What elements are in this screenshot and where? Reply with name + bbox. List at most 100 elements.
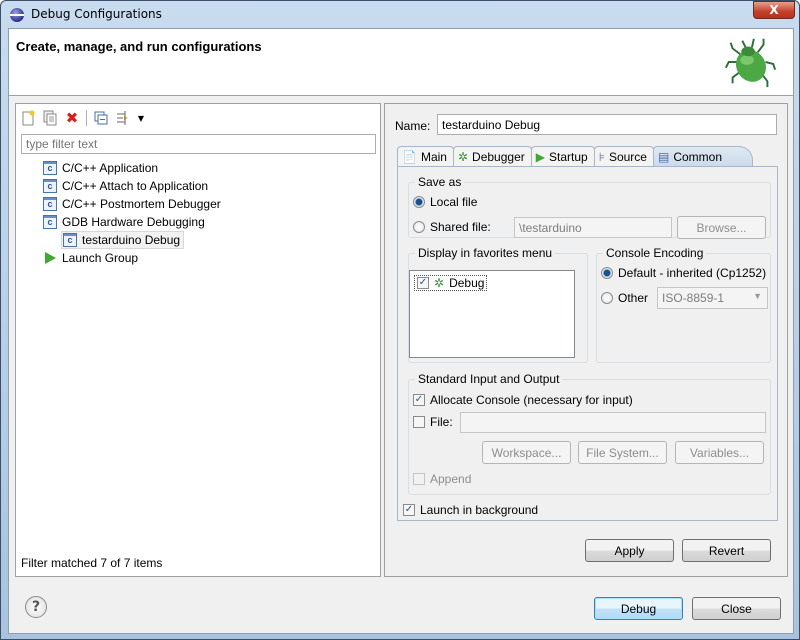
output-file-input[interactable] xyxy=(460,412,766,433)
radio-label: Local file xyxy=(430,195,478,209)
launch-background-checkbox[interactable]: ✓ Launch in background xyxy=(403,503,538,517)
tab-common[interactable]: ▤ Common xyxy=(652,146,753,167)
select-value: ISO-8859-1 xyxy=(662,291,725,305)
tree-item-launch-group[interactable]: Launch Group xyxy=(43,249,138,267)
tab-startup[interactable]: ▶ Startup xyxy=(530,146,595,167)
tree-item-testarduino-debug[interactable]: c testarduino Debug xyxy=(61,231,185,249)
c-icon: c xyxy=(43,215,57,229)
shared-file-radio[interactable]: Shared file: xyxy=(413,220,491,234)
revert-button[interactable]: Revert xyxy=(682,539,771,562)
table-icon: ▤ xyxy=(657,150,670,164)
tree-item-label: C/C++ Attach to Application xyxy=(62,179,209,193)
new-config-icon[interactable] xyxy=(20,110,36,126)
collapse-all-icon[interactable] xyxy=(93,110,109,126)
checkbox-label: Append xyxy=(430,472,472,486)
help-icon[interactable]: ? xyxy=(25,596,47,618)
radio-label: Shared file: xyxy=(430,220,491,234)
console-encoding-group: Console Encoding Default - inherited (Cp… xyxy=(596,246,771,363)
toolbar-separator xyxy=(86,110,87,126)
tree-item-cpp-postmortem[interactable]: c C/C++ Postmortem Debugger xyxy=(43,195,221,213)
chevron-down-icon: ▼ xyxy=(753,291,762,301)
checkbox xyxy=(413,416,425,428)
favorites-list: ✓ ✲ Debug xyxy=(409,270,575,358)
document-icon: 📄 xyxy=(402,150,417,164)
config-tabs: 📄 Main ✲ Debugger ▶ Startup ⊧ Source ▤ Common xyxy=(397,146,753,167)
checkbox: ✓ xyxy=(403,504,415,516)
checkbox xyxy=(413,473,425,485)
favorites-group: Display in favorites menu ✓ ✲ Debug xyxy=(408,246,588,363)
common-tab-body: Save as Local file Shared file: Browse..… xyxy=(397,166,778,521)
tab-label: Debugger xyxy=(472,150,525,164)
file-checkbox[interactable]: File: xyxy=(413,415,453,429)
checkbox-label: File: xyxy=(430,415,453,429)
bug-icon: ✲ xyxy=(434,276,445,290)
local-file-radio[interactable]: Local file xyxy=(413,195,477,209)
tab-source[interactable]: ⊧ Source xyxy=(593,146,654,167)
header-title: Create, manage, and run configurations xyxy=(16,39,262,54)
tab-label: Common xyxy=(673,150,722,164)
title-bar: Debug Configurations X xyxy=(1,1,799,28)
tree-item-gdb-hardware[interactable]: c GDB Hardware Debugging xyxy=(43,213,205,231)
tree-item-label: GDB Hardware Debugging xyxy=(62,215,205,229)
tab-label: Source xyxy=(608,150,647,164)
checkbox: ✓ xyxy=(413,394,425,406)
radio-label: Other xyxy=(618,291,649,305)
tree-item-cpp-application[interactable]: c C/C++ Application xyxy=(43,159,158,177)
duplicate-icon[interactable] xyxy=(42,110,58,126)
window-title: Debug Configurations xyxy=(31,7,162,21)
filter-icon[interactable] xyxy=(115,110,131,126)
workspace-button[interactable]: Workspace... xyxy=(482,441,571,464)
radio-indicator xyxy=(601,267,613,279)
stdio-group: Standard Input and Output ✓ Allocate Cons… xyxy=(408,372,771,495)
config-tree-panel: ✖ ▼ c C/C++ Application c C/C++ Attach to … xyxy=(15,103,381,577)
tree-item-label: C/C++ Postmortem Debugger xyxy=(62,197,221,211)
checkbox-label: Launch in background xyxy=(420,503,539,517)
favorite-label: Debug xyxy=(449,276,485,290)
name-input[interactable] xyxy=(437,114,777,135)
close-button[interactable]: Close xyxy=(692,597,781,620)
window-close-button[interactable]: X xyxy=(753,1,795,19)
name-label: Name: xyxy=(395,119,431,133)
encoding-select[interactable]: ISO-8859-1 ▼ xyxy=(657,287,768,309)
checkbox: ✓ xyxy=(417,277,429,289)
other-encoding-radio[interactable]: Other xyxy=(601,291,648,305)
apply-button[interactable]: Apply xyxy=(585,539,674,562)
config-editor-panel: Name: 📄Main ✲Debugger ▶Startup ⊧Source ▤… xyxy=(384,103,788,577)
tab-main[interactable]: 📄 Main xyxy=(397,146,454,167)
append-checkbox[interactable]: Append xyxy=(413,472,471,486)
c-icon: c xyxy=(43,179,57,193)
console-encoding-title: Console Encoding xyxy=(603,246,707,260)
filter-status: Filter matched 7 of 7 items xyxy=(21,556,163,570)
file-system-button[interactable]: File System... xyxy=(578,441,667,464)
allocate-console-checkbox[interactable]: ✓ Allocate Console (necessary for input) xyxy=(413,393,633,407)
radio-label: Default - inherited (Cp1252) xyxy=(618,266,767,280)
c-icon: c xyxy=(43,161,57,175)
tab-debugger[interactable]: ✲ Debugger xyxy=(452,146,532,167)
delete-icon[interactable]: ✖ xyxy=(64,109,80,127)
debug-button[interactable]: Debug xyxy=(594,597,683,620)
source-icon: ⊧ xyxy=(598,150,605,164)
variables-button[interactable]: Variables... xyxy=(675,441,764,464)
filter-input[interactable] xyxy=(21,134,376,154)
tree-item-label: testarduino Debug xyxy=(82,233,181,247)
dropdown-arrow-icon[interactable]: ▼ xyxy=(137,110,145,126)
launch-icon xyxy=(45,252,56,264)
favorite-item-debug[interactable]: ✓ ✲ Debug xyxy=(414,275,488,291)
radio-indicator xyxy=(413,196,425,208)
shared-file-input[interactable] xyxy=(514,217,672,238)
default-encoding-radio[interactable]: Default - inherited (Cp1252) xyxy=(601,266,766,280)
save-as-group: Save as Local file Shared file: Browse..… xyxy=(408,175,771,239)
favorites-title: Display in favorites menu xyxy=(415,246,556,260)
stdio-title: Standard Input and Output xyxy=(415,372,563,386)
c-icon: c xyxy=(63,233,77,247)
browse-button[interactable]: Browse... xyxy=(677,216,766,239)
tree-item-cpp-attach[interactable]: c C/C++ Attach to Application xyxy=(43,177,208,195)
tree-item-label: Launch Group xyxy=(62,251,139,265)
checkbox-label: Allocate Console (necessary for input) xyxy=(430,393,633,407)
tab-label: Main xyxy=(420,150,447,164)
bug-logo-icon xyxy=(724,38,777,88)
tree-item-label: C/C++ Application xyxy=(62,161,159,175)
radio-indicator xyxy=(601,292,613,304)
tree-toolbar: ✖ ▼ xyxy=(20,107,145,129)
play-icon: ▶ xyxy=(535,150,545,164)
